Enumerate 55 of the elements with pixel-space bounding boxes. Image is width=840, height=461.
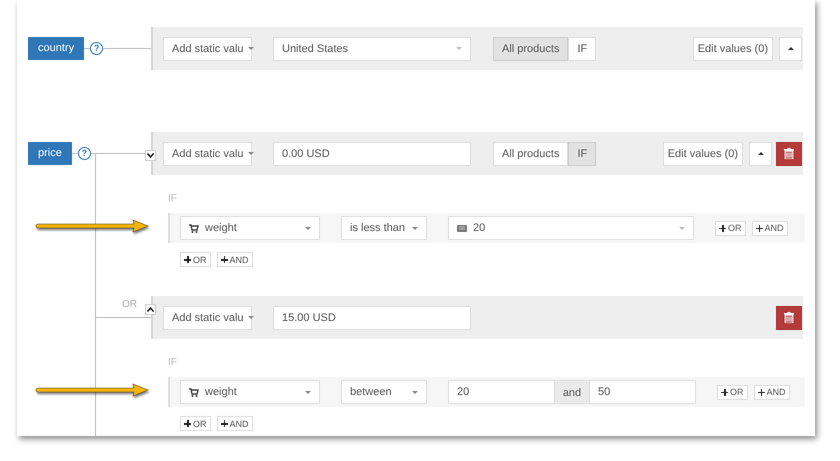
keyboard-icon (457, 224, 467, 232)
delete-button[interactable] (776, 142, 802, 166)
attribute-dropdown[interactable]: weight (180, 380, 320, 404)
value-select[interactable]: 20 (448, 216, 694, 240)
to-field[interactable]: 50 (589, 380, 696, 404)
trash-icon (784, 148, 794, 159)
operator-dropdown[interactable]: is less than (341, 216, 427, 240)
caret-icon (679, 226, 685, 230)
chevron-button[interactable] (145, 304, 156, 315)
caret-icon (305, 226, 311, 230)
add-or-button[interactable]: OR (180, 416, 210, 431)
source-dropdown[interactable]: Add static valu (163, 142, 252, 166)
from-field[interactable]: 20 (448, 380, 555, 404)
cart-icon (189, 224, 199, 232)
caret-icon (248, 47, 254, 50)
scope-toggle[interactable]: IF (568, 142, 596, 166)
edit-values-button[interactable]: Edit values (0) (662, 142, 743, 166)
connector-label: OR (122, 299, 137, 310)
caret-icon (305, 390, 311, 394)
add-and-button[interactable]: AND (754, 384, 790, 400)
add-and-button[interactable]: AND (752, 220, 788, 236)
add-or-button[interactable]: OR (180, 252, 210, 267)
delete-button[interactable] (776, 306, 802, 330)
value-select[interactable]: United States (273, 36, 471, 60)
help-icon[interactable]: ? (78, 147, 91, 160)
range-joiner: and (555, 380, 589, 404)
caret-icon (248, 316, 254, 319)
attribute-label: price (28, 142, 72, 165)
trash-icon (784, 312, 794, 323)
chevron-icon (147, 307, 154, 312)
add-and-button[interactable]: AND (216, 416, 253, 431)
operator-dropdown[interactable]: between (341, 380, 427, 404)
caret-icon (456, 47, 462, 50)
scope-toggle[interactable]: All products (493, 36, 568, 60)
source-dropdown[interactable]: Add static valu (163, 36, 252, 60)
edit-values-button[interactable]: Edit values (0) (692, 36, 773, 60)
add-or-button[interactable]: OR (717, 384, 748, 400)
add-or-button[interactable]: OR (715, 220, 746, 236)
chevron-button[interactable] (145, 150, 156, 161)
chevron-icon (147, 153, 154, 158)
if-heading: IF (168, 192, 178, 206)
caret-icon (412, 226, 418, 230)
scope-toggle[interactable]: All products (493, 142, 568, 166)
value-field[interactable]: 15.00 USD (273, 306, 471, 330)
help-icon[interactable]: ? (90, 42, 104, 55)
attribute-dropdown[interactable]: weight (180, 216, 320, 240)
if-heading: IF (168, 356, 178, 370)
value-field[interactable]: 0.00 USD (273, 142, 471, 166)
source-dropdown[interactable]: Add static valu (163, 306, 252, 330)
scope-toggle[interactable]: IF (568, 36, 596, 60)
caret-icon (412, 390, 418, 394)
cart-icon (189, 388, 199, 396)
add-and-button[interactable]: AND (216, 252, 253, 267)
caret-icon (248, 152, 254, 155)
attribute-label: country (28, 37, 84, 60)
